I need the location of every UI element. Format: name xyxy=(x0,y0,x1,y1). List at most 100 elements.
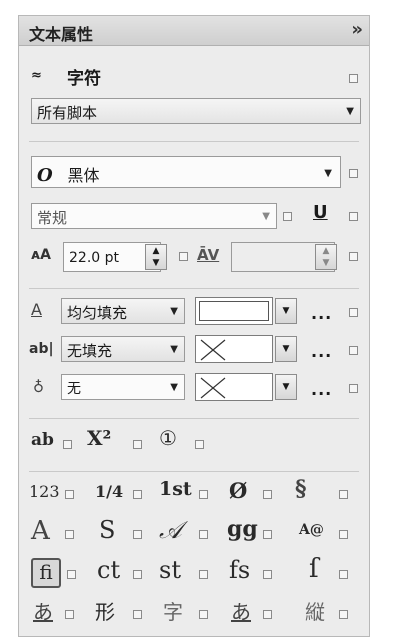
stylistic-alternates-checkbox[interactable] xyxy=(133,530,142,539)
font-size-spinner[interactable]: ▲ ▼ xyxy=(145,244,167,270)
standard-ligatures-checkbox[interactable] xyxy=(67,570,76,579)
contextual-alternates-label: A@ xyxy=(299,522,324,538)
vertical-forms-checkbox[interactable] xyxy=(339,610,348,619)
text-fill-color-picker[interactable]: ▼ xyxy=(275,298,297,324)
font-family-lock-checkbox[interactable] xyxy=(349,169,358,178)
enclosed-numeral-icon[interactable]: ① xyxy=(159,426,177,450)
lining-figures-icon[interactable]: 123 xyxy=(29,482,60,501)
proportional-width-label: 字 xyxy=(163,600,183,624)
background-fill-more-button[interactable]: ... xyxy=(311,342,332,361)
background-fill-color-picker[interactable]: ▼ xyxy=(275,336,297,362)
background-fill-type-value: 无填充 xyxy=(67,342,113,360)
font-size-value: 22.0 pt xyxy=(69,250,119,266)
pen-icon: ♁ xyxy=(33,378,44,396)
enclosed-numeral-label: ① xyxy=(159,426,177,450)
historical-ligatures-icon[interactable]: st xyxy=(159,556,181,584)
ruby-icon[interactable]: あ xyxy=(33,596,53,625)
contextual-alternates-icon[interactable]: A@ xyxy=(299,522,324,538)
kerning-spinner[interactable]: ▲ ▼ xyxy=(315,244,337,270)
discretionary-ligatures-label: ct xyxy=(97,556,121,584)
lining-figures-checkbox[interactable] xyxy=(65,490,74,499)
hiragana-checkbox[interactable] xyxy=(263,610,272,619)
hiragana-icon[interactable]: あ xyxy=(231,596,251,625)
text-fill-type-dropdown[interactable]: 均匀填充 ▼ xyxy=(61,298,185,324)
slashed-zero-icon[interactable]: Ø xyxy=(229,478,247,503)
background-fill-type-dropdown[interactable]: 无填充 ▼ xyxy=(61,336,185,362)
historical-forms-icon[interactable]: fs xyxy=(229,556,250,584)
stylistic-sets-icon[interactable]: gg xyxy=(227,516,258,542)
proportional-width-icon[interactable]: 字 xyxy=(163,596,183,625)
text-fill-more-button[interactable]: ... xyxy=(311,304,332,323)
superscript-checkbox[interactable] xyxy=(133,440,142,449)
hiragana-label: あ xyxy=(231,600,251,624)
long-s-checkbox[interactable] xyxy=(339,570,348,579)
stylistic-sets-checkbox[interactable] xyxy=(263,530,272,539)
underline-checkbox[interactable] xyxy=(349,212,358,221)
subscript-label: ab xyxy=(31,430,54,450)
historical-ligatures-label: st xyxy=(159,556,181,584)
proportional-width-checkbox[interactable] xyxy=(199,610,208,619)
historical-forms-checkbox[interactable] xyxy=(263,570,272,579)
enclosed-numeral-checkbox[interactable] xyxy=(195,440,204,449)
text-fill-checkbox[interactable] xyxy=(349,308,358,317)
text-properties-panel: 文本属性 » ≈ 字符 所有脚本 ▼ O 黑体 ▼ 常规 ▼ U ᴀA 22.0… xyxy=(18,15,370,637)
chevron-down-icon: ▼ xyxy=(346,106,354,117)
font-family-dropdown[interactable]: O 黑体 ▼ xyxy=(31,156,341,188)
background-fill-icon: ab| xyxy=(29,341,54,357)
swash-capitals-icon[interactable]: 𝒜 xyxy=(159,516,182,544)
traditional-forms-checkbox[interactable] xyxy=(133,610,142,619)
long-s-icon[interactable]: ſ xyxy=(309,554,319,584)
ordinals-icon[interactable]: 1st xyxy=(159,478,192,500)
separator xyxy=(29,471,359,472)
background-fill-checkbox[interactable] xyxy=(349,346,358,355)
chevron-down-icon: ▼ xyxy=(170,306,178,317)
vertical-forms-icon[interactable]: 縦 xyxy=(305,596,325,625)
contextual-alternates-checkbox[interactable] xyxy=(339,530,348,539)
superscript-label: X² xyxy=(87,426,112,450)
fractions-icon[interactable]: 1/4 xyxy=(95,482,123,501)
outline-more-button[interactable]: ... xyxy=(311,380,332,399)
ruby-checkbox[interactable] xyxy=(65,610,74,619)
font-family-value: 黑体 xyxy=(67,166,100,185)
collapse-icon[interactable]: » xyxy=(351,19,363,40)
separator xyxy=(29,418,359,419)
historical-ligatures-checkbox[interactable] xyxy=(199,570,208,579)
subscript-checkbox[interactable] xyxy=(63,440,72,449)
text-fill-color-swatch[interactable] xyxy=(195,297,273,325)
ordinals-checkbox[interactable] xyxy=(199,490,208,499)
superscript-icon[interactable]: X² xyxy=(87,426,111,450)
script-filter-dropdown[interactable]: 所有脚本 ▼ xyxy=(31,98,361,124)
fractions-label: 1/4 xyxy=(95,482,124,501)
font-size-icon: ᴀA xyxy=(31,247,51,263)
subscript-icon[interactable]: ab xyxy=(31,430,54,450)
outline-color-picker[interactable]: ▼ xyxy=(275,374,297,400)
chevron-down-icon: ▼ xyxy=(170,344,178,355)
traditional-forms-icon[interactable]: 形 xyxy=(95,596,115,625)
capitals-icon[interactable]: A xyxy=(31,516,50,546)
swash-checkbox[interactable] xyxy=(339,490,348,499)
section-options-checkbox[interactable] xyxy=(349,74,358,83)
fractions-checkbox[interactable] xyxy=(133,490,142,499)
kerning-checkbox[interactable] xyxy=(349,252,358,261)
background-fill-color-swatch[interactable] xyxy=(195,335,273,363)
swash-capitals-checkbox[interactable] xyxy=(199,530,208,539)
stylistic-sets-label: gg xyxy=(227,516,258,542)
font-style-checkbox[interactable] xyxy=(283,212,292,221)
swash-icon[interactable]: § xyxy=(295,476,307,502)
outline-color-swatch[interactable] xyxy=(195,373,273,401)
capitals-label: A xyxy=(31,516,50,546)
section-toggle-icon[interactable]: ≈ xyxy=(31,68,42,83)
outline-checkbox[interactable] xyxy=(349,384,358,393)
capitals-checkbox[interactable] xyxy=(65,530,74,539)
outline-type-dropdown[interactable]: 无 ▼ xyxy=(61,374,185,400)
slashed-zero-checkbox[interactable] xyxy=(263,490,272,499)
discretionary-ligatures-checkbox[interactable] xyxy=(133,570,142,579)
opentype-font-icon: O xyxy=(37,165,53,186)
standard-ligatures-icon[interactable]: fi xyxy=(31,558,61,588)
font-size-checkbox[interactable] xyxy=(179,252,188,261)
underline-icon[interactable]: U xyxy=(313,202,328,223)
discretionary-ligatures-icon[interactable]: ct xyxy=(97,556,120,584)
stylistic-alternates-icon[interactable]: S xyxy=(99,516,115,544)
chevron-down-icon: ▼ xyxy=(324,168,332,179)
font-style-dropdown[interactable]: 常规 ▼ xyxy=(31,203,277,229)
